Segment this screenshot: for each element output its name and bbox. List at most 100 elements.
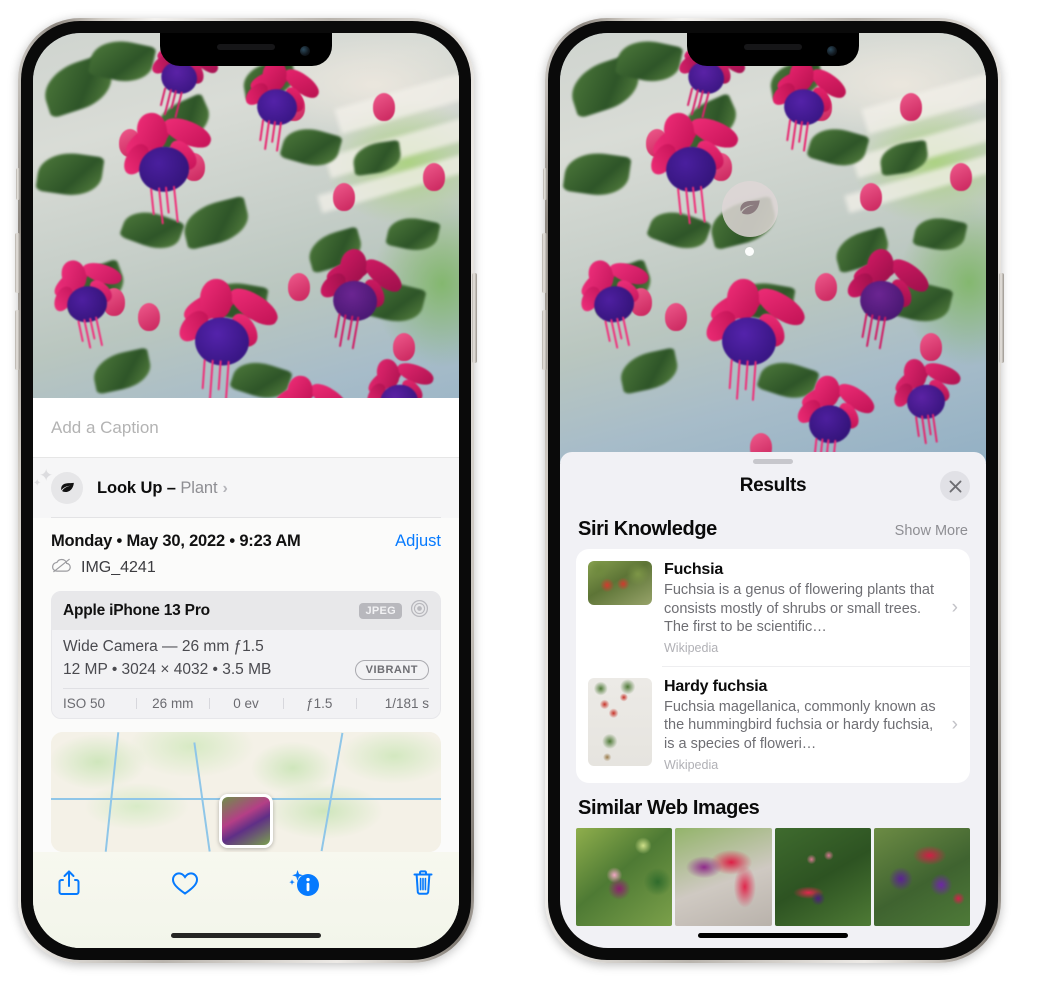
fuchsia-flower [174, 277, 283, 402]
web-image-thumbnail[interactable] [774, 828, 871, 926]
map-photo-pin[interactable] [219, 794, 273, 848]
caption-placeholder: Add a Caption [51, 417, 159, 437]
fuchsia-flower [793, 374, 879, 463]
section-title-similar-web-images: Similar Web Images [578, 797, 760, 819]
fuchsia-flower [241, 58, 324, 153]
flower-bud [900, 93, 922, 121]
flower-bud [423, 163, 445, 191]
power-button[interactable] [472, 273, 477, 363]
exif-aperture: ƒ1.5 [282, 696, 356, 711]
photo-date: Monday • May 30, 2022 • 9:23 AM [51, 532, 301, 550]
siri-knowledge-header: Siri Knowledge Show More [560, 508, 986, 549]
volume-down-button[interactable] [542, 310, 547, 370]
camera-card-header: Apple iPhone 13 Pro JPEG [52, 592, 440, 630]
silent-switch[interactable] [16, 168, 20, 200]
notch-right [687, 33, 859, 66]
format-badge: JPEG [359, 603, 402, 619]
share-icon[interactable] [57, 869, 81, 897]
flower-bud [373, 93, 395, 121]
phone-bezel-right: Results Siri Knowledge Show More Fuchsia… [548, 21, 998, 960]
knowledge-title: Fuchsia [664, 561, 724, 579]
thumbnail-image [588, 561, 652, 606]
flower-bud [138, 303, 160, 331]
fuchsia-flower [119, 110, 220, 225]
location-map[interactable] [51, 732, 441, 852]
leaf-icon: ✦ ✦ [33, 466, 83, 504]
trash-icon[interactable] [411, 869, 435, 897]
knowledge-card: Fuchsia Fuchsia is a genus of flowering … [576, 549, 970, 783]
look-up-label: Look Up – Plant › [97, 479, 228, 498]
knowledge-source: Wikipedia [664, 758, 719, 772]
front-camera [827, 46, 837, 56]
phone-bezel-left: Add a Caption ✦ ✦ Look Up – Plant › Mond… [21, 21, 471, 960]
photo-info-sheet: Add a Caption ✦ ✦ Look Up – Plant › Mond… [33, 398, 459, 948]
volume-down-button[interactable] [15, 310, 20, 370]
close-icon[interactable] [940, 471, 970, 502]
fuchsia-flower [701, 277, 810, 402]
list-item[interactable]: Fuchsia Fuchsia is a genus of flowering … [576, 549, 970, 666]
flower-bud [815, 273, 837, 301]
flower-bud [333, 183, 355, 211]
web-image-thumbnail[interactable] [675, 828, 772, 926]
aperture-icon [410, 599, 429, 623]
home-indicator-left[interactable] [171, 933, 321, 938]
knowledge-description: Fuchsia is a genus of flowering plants t… [664, 582, 935, 635]
callout-anchor-dot [745, 247, 754, 256]
safe-area-bottom-left [33, 914, 459, 948]
cloud-slash-icon [51, 558, 72, 578]
front-camera [300, 46, 310, 56]
flower-bud [393, 333, 415, 361]
photographic-style-badge: VIBRANT [354, 660, 429, 680]
show-more-button[interactable]: Show More [895, 523, 968, 539]
screen-right: Results Siri Knowledge Show More Fuchsia… [560, 33, 986, 948]
caption-field[interactable]: Add a Caption [33, 398, 459, 458]
flower-bud [920, 333, 942, 361]
image-size-info: 12 MP • 3024 × 4032 • 3.5 MB [63, 661, 272, 678]
earpiece-speaker [217, 44, 275, 50]
leaf-icon[interactable] [722, 181, 778, 237]
page-title: Results [739, 475, 807, 497]
photo-filename: IMG_4241 [81, 559, 156, 576]
screen-left: Add a Caption ✦ ✦ Look Up – Plant › Mond… [33, 33, 459, 948]
lens-info: Wide Camera — 26 mm ƒ1.5 [63, 638, 264, 655]
section-title-siri-knowledge: Siri Knowledge [578, 518, 717, 541]
home-indicator-right[interactable] [698, 933, 848, 938]
heart-icon[interactable] [171, 871, 199, 896]
iphone-left: Add a Caption ✦ ✦ Look Up – Plant › Mond… [15, 18, 477, 963]
web-image-thumbnail[interactable] [576, 828, 673, 926]
notch-left [160, 33, 332, 66]
similar-web-images-row [560, 828, 986, 926]
volume-up-button[interactable] [542, 233, 547, 293]
power-button[interactable] [999, 273, 1004, 363]
chevron-right-icon: › [222, 479, 228, 497]
info-sparkle-icon[interactable] [289, 868, 321, 898]
earpiece-speaker [744, 44, 802, 50]
knowledge-source: Wikipedia [664, 641, 719, 656]
silent-switch[interactable] [543, 168, 547, 200]
photo-metadata: Monday • May 30, 2022 • 9:23 AM Adjust I… [33, 518, 459, 578]
iphone-right: Results Siri Knowledge Show More Fuchsia… [542, 18, 1004, 963]
sparkle-icon-small: ✦ [33, 478, 42, 489]
camera-device-name: Apple iPhone 13 Pro [63, 602, 210, 619]
exif-iso: ISO 50 [63, 696, 106, 711]
thumbnail-image [588, 678, 652, 767]
fuchsia-flower [768, 58, 851, 153]
list-item[interactable]: Hardy fuchsia Fuchsia magellanica, commo… [576, 666, 970, 783]
fuchsia-flower [843, 247, 934, 352]
look-up-title: Look Up – [97, 478, 176, 497]
knowledge-title: Hardy fuchsia [664, 678, 768, 696]
web-image-thumbnail[interactable] [873, 828, 970, 926]
exif-row: ISO 50 26 mm 0 ev ƒ1.5 1/181 s [52, 689, 440, 718]
exif-exposure: 0 ev [209, 696, 282, 711]
volume-up-button[interactable] [15, 233, 20, 293]
flower-bud [288, 273, 310, 301]
chevron-right-icon: › [951, 596, 958, 618]
adjust-button[interactable]: Adjust [395, 532, 441, 551]
photo-viewer-right[interactable] [560, 33, 986, 463]
flower-bud [665, 303, 687, 331]
knowledge-description: Fuchsia magellanica, commonly known as t… [664, 699, 936, 752]
look-up-row[interactable]: ✦ ✦ Look Up – Plant › [33, 458, 459, 518]
camera-card-body: Wide Camera — 26 mm ƒ1.5 12 MP • 3024 × … [52, 630, 440, 689]
chevron-right-icon: › [951, 713, 958, 735]
results-header: Results [560, 464, 986, 508]
